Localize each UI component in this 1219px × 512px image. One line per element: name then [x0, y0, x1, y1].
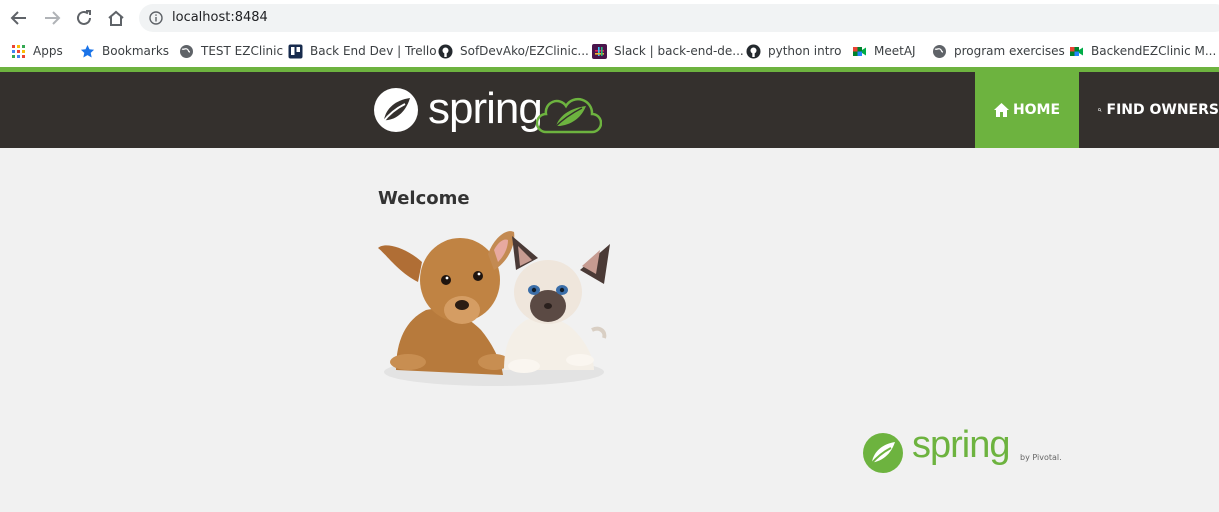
bookmark-test-ezclinic[interactable]: TEST EZClinic [179, 41, 283, 61]
bookmark-trello[interactable]: Back End Dev | Trello [288, 41, 437, 61]
browser-toolbar: localhost:8484 [0, 0, 1219, 35]
nav-home[interactable]: HOME [975, 72, 1079, 148]
github-icon [746, 44, 761, 58]
pets-image [378, 231, 610, 386]
spring-leaf-icon [863, 433, 903, 473]
page-title: Welcome [378, 188, 470, 209]
bookmark-python-intro[interactable]: python intro [746, 41, 841, 61]
bookmark-label: SofDevAko/EZClinic... [460, 44, 589, 58]
meet-icon [1070, 46, 1083, 56]
bookmark-bookmarks[interactable]: Bookmarks [80, 41, 169, 61]
url-text[interactable]: localhost:8484 [172, 10, 268, 25]
search-icon [1098, 108, 1102, 112]
nav-home-label: HOME [1012, 102, 1061, 118]
bookmark-label: program exercises [954, 44, 1065, 58]
info-icon[interactable] [149, 11, 163, 25]
bookmark-label: Back End Dev | Trello [310, 44, 437, 58]
bookmark-slack[interactable]: Slack | back-end-de... [592, 41, 744, 61]
spring-logo-text: spring [428, 84, 543, 133]
petclinic-cloud-icon [536, 97, 602, 134]
footer-byline: by Pivotal. [1020, 453, 1062, 462]
spring-leaf-icon [374, 88, 418, 132]
nav-find-owners-label: FIND OWNERS [1106, 102, 1219, 118]
trello-icon [288, 44, 303, 58]
reload-button[interactable] [73, 7, 95, 29]
bookmark-label: MeetAJ [874, 44, 916, 58]
meet-icon [853, 46, 866, 56]
bookmark-label: TEST EZClinic [201, 44, 284, 58]
footer-logo-text: spring [912, 424, 1010, 466]
home-outline-icon [108, 10, 124, 26]
navbar: spring HOME FIND OWNERS [0, 72, 1219, 148]
bookmark-sofdevako[interactable]: SofDevAko/EZClinic... [438, 41, 589, 61]
address-bar[interactable]: localhost:8484 [139, 4, 1219, 32]
globe-icon [180, 44, 193, 58]
apps-grid-icon [12, 44, 25, 58]
home-button[interactable] [105, 7, 127, 29]
home-icon [993, 103, 1009, 117]
back-button[interactable] [8, 7, 30, 29]
bookmark-backend-ezclinic[interactable]: BackendEZClinic M... [1069, 41, 1216, 61]
spring-petclinic-logo[interactable]: spring [372, 82, 604, 140]
forward-arrow-icon [45, 11, 61, 25]
github-icon [438, 44, 453, 58]
bookmark-program-exercises[interactable]: program exercises [932, 41, 1065, 61]
reload-icon [77, 10, 91, 25]
bookmarks-bar: Apps Bookmarks TEST EZClinic Back End De… [0, 35, 1219, 68]
footer-spring-logo: spring by Pivotal. [862, 424, 1067, 476]
bookmark-label: Bookmarks [102, 44, 170, 58]
bookmark-label: Apps [33, 44, 63, 58]
globe-icon [933, 44, 946, 58]
bookmark-meetaj[interactable]: MeetAJ [852, 41, 916, 61]
back-arrow-icon [10, 11, 26, 25]
nav-find-owners[interactable]: FIND OWNERS [1079, 72, 1219, 148]
slack-icon [592, 43, 607, 59]
forward-button[interactable] [41, 7, 63, 29]
bookmark-label: Slack | back-end-de... [614, 44, 744, 58]
bookmark-apps[interactable]: Apps [11, 41, 63, 61]
star-icon [80, 44, 95, 57]
bookmark-label: BackendEZClinic M... [1091, 44, 1217, 58]
bookmark-label: python intro [768, 44, 842, 58]
